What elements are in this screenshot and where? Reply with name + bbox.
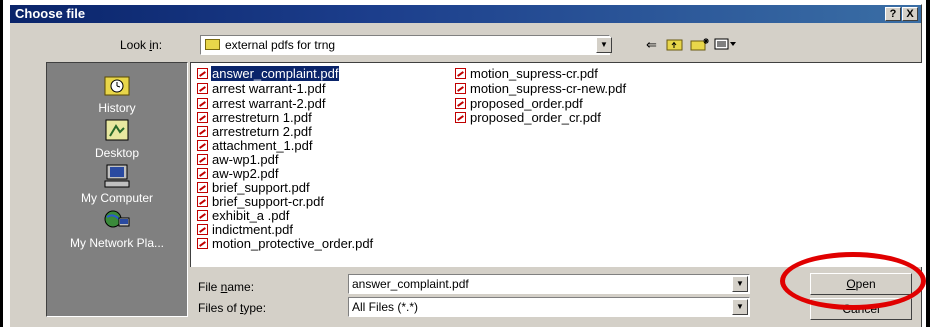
back-arrow-icon[interactable]: ⇐ [646, 37, 657, 53]
up-folder-icon[interactable] [666, 37, 684, 53]
pdf-file-icon [197, 182, 208, 193]
look-in-dropdown[interactable]: external pdfs for trng [200, 35, 610, 55]
left-frame-border [0, 0, 3, 327]
pdf-file-icon [197, 83, 208, 94]
file-item[interactable]: aw-wp1.pdf [197, 153, 279, 167]
pdf-file-icon [455, 98, 466, 109]
pdf-file-icon [197, 154, 208, 165]
file-name-dropdown-arrow[interactable]: ▼ [732, 276, 748, 292]
files-of-type-label: Files of type: [198, 301, 267, 315]
pdf-file-icon [197, 126, 208, 137]
help-button[interactable]: ? [885, 7, 901, 21]
file-item[interactable]: exhibit_a .pdf [197, 209, 290, 223]
pdf-file-icon [197, 238, 208, 249]
right-frame-border [926, 0, 930, 327]
file-name-input[interactable]: answer_complaint.pdf [348, 274, 750, 294]
file-item[interactable]: proposed_order_cr.pdf [455, 111, 602, 125]
file-item[interactable]: arrestreturn 1.pdf [197, 111, 313, 125]
new-folder-icon[interactable] [690, 37, 710, 53]
pdf-file-icon [197, 68, 208, 79]
history-icon [102, 73, 132, 99]
file-name-label: File name: [198, 280, 255, 294]
file-item[interactable]: brief_support.pdf [197, 181, 311, 195]
place-my-computer[interactable]: My Computer [47, 163, 187, 205]
pdf-file-icon [197, 98, 208, 109]
file-item[interactable]: arrestreturn 2.pdf [197, 125, 313, 139]
pdf-file-icon [455, 112, 466, 123]
pdf-file-icon [197, 210, 208, 221]
desktop-icon [102, 118, 132, 144]
file-item[interactable]: proposed_order.pdf [455, 97, 584, 111]
file-item[interactable]: indictment.pdf [197, 223, 294, 237]
file-item[interactable]: attachment_1.pdf [197, 139, 313, 153]
close-button[interactable]: X [902, 7, 918, 21]
file-item[interactable]: arrest warrant-1.pdf [197, 82, 326, 96]
file-item[interactable]: motion_supress-cr.pdf [455, 67, 599, 81]
pdf-file-icon [197, 140, 208, 151]
view-menu-icon[interactable] [714, 37, 738, 53]
files-of-type-select[interactable]: All Files (*.*) [348, 297, 750, 317]
look-in-label: Look in: [120, 38, 163, 52]
look-in-dropdown-arrow[interactable]: ▼ [596, 37, 612, 53]
my-computer-icon [102, 163, 132, 189]
file-item[interactable]: answer_complaint.pdf [197, 66, 340, 81]
folder-icon [205, 39, 220, 50]
pdf-file-icon [455, 68, 466, 79]
file-item[interactable]: aw-wp2.pdf [197, 167, 279, 181]
file-item[interactable]: motion_protective_order.pdf [197, 237, 374, 251]
places-bar: History Desktop My Computer My Network P… [46, 62, 188, 317]
pdf-file-icon [197, 112, 208, 123]
file-item[interactable]: motion_supress-cr-new.pdf [455, 82, 627, 96]
place-desktop[interactable]: Desktop [47, 118, 187, 160]
pdf-file-icon [197, 224, 208, 235]
pdf-file-icon [197, 168, 208, 179]
title-bar[interactable]: Choose file ? X [10, 5, 921, 23]
file-item[interactable]: brief_support-cr.pdf [197, 195, 325, 209]
file-list[interactable]: answer_complaint.pdf arrest warrant-1.pd… [190, 62, 922, 267]
dialog-title: Choose file [15, 6, 86, 21]
pdf-file-icon [197, 196, 208, 207]
place-history[interactable]: History [47, 73, 187, 115]
place-my-network-places[interactable]: My Network Pla... [47, 208, 187, 250]
files-of-type-dropdown-arrow[interactable]: ▼ [732, 299, 748, 315]
red-highlight-circle [780, 252, 926, 310]
file-item[interactable]: arrest warrant-2.pdf [197, 97, 326, 111]
look-in-value: external pdfs for trng [225, 38, 336, 52]
pdf-file-icon [455, 83, 466, 94]
network-places-icon [102, 208, 132, 234]
